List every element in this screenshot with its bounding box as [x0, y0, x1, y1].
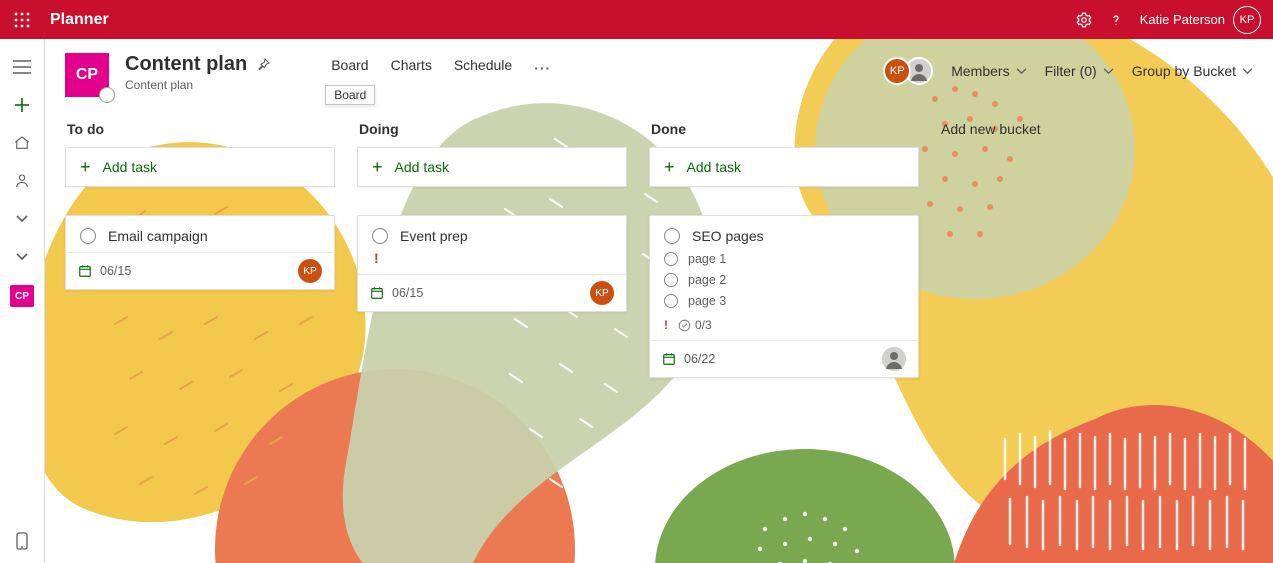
plus-icon: +: [664, 158, 675, 176]
task-date: 06/22: [684, 352, 715, 366]
task-card[interactable]: SEO pages page 1 page 2 page 3 ! 0/3: [649, 215, 919, 378]
tab-more-icon[interactable]: ···: [534, 60, 551, 76]
add-task-label: Add task: [395, 159, 449, 175]
task-assignee[interactable]: [882, 347, 906, 371]
task-title: SEO pages: [692, 228, 764, 244]
pin-icon[interactable]: [255, 57, 271, 73]
add-task-label: Add task: [103, 159, 157, 175]
checklist-label: page 3: [688, 294, 726, 308]
bucket-title[interactable]: To do: [67, 121, 333, 137]
chevron-down-icon: [1016, 68, 1027, 75]
calendar-icon: [370, 286, 384, 300]
checklist-toggle[interactable]: [664, 252, 678, 266]
avatar-kp: KP: [298, 259, 322, 283]
checklist-toggle[interactable]: [664, 273, 678, 287]
chevron-down-icon: [1103, 68, 1114, 75]
priority-icon: !: [374, 250, 612, 266]
tab-tooltip: Board: [325, 85, 375, 105]
group-label: Group by Bucket: [1132, 63, 1236, 79]
task-assignee[interactable]: KP: [298, 259, 322, 283]
calendar-icon: [78, 264, 92, 278]
member-avatars[interactable]: KP: [883, 57, 933, 85]
add-task-label: Add task: [687, 159, 741, 175]
avatar-kp: KP: [590, 281, 614, 305]
task-date: 06/15: [100, 264, 131, 278]
app-name: Planner: [50, 11, 109, 29]
task-card[interactable]: Email campaign 06/15 KP: [65, 215, 335, 290]
members-dropdown[interactable]: Members: [951, 63, 1026, 79]
my-tasks-icon[interactable]: [12, 171, 32, 191]
avatar-user2: [882, 347, 906, 371]
left-sidebar: CP: [0, 39, 45, 563]
checklist-progress: 0/3: [678, 318, 712, 332]
filter-label: Filter (0): [1045, 63, 1097, 79]
hub-icon[interactable]: [12, 133, 32, 153]
add-task-button[interactable]: + Add task: [65, 147, 335, 187]
bucket-todo: To do + Add task Email campaign 06/15: [65, 115, 335, 290]
add-task-button[interactable]: + Add task: [649, 147, 919, 187]
app-header: Planner Katie Paterson KP: [0, 0, 1273, 39]
chevron-down-icon: [1242, 68, 1253, 75]
calendar-icon: [662, 352, 676, 366]
plan-title: Content plan: [125, 53, 247, 76]
plus-icon: +: [80, 158, 91, 176]
plan-subtitle: Content plan: [125, 78, 271, 92]
user-avatar[interactable]: KP: [1233, 6, 1261, 34]
progress-text: 0/3: [695, 318, 712, 332]
settings-icon[interactable]: [1068, 4, 1100, 36]
bucket-doing: Doing + Add task Event prep !: [357, 115, 627, 312]
bucket-title[interactable]: Done: [651, 121, 917, 137]
tab-charts[interactable]: Charts: [391, 57, 432, 79]
complete-toggle[interactable]: [372, 228, 388, 244]
tab-board[interactable]: Board: [331, 57, 368, 79]
sidebar-section-toggle-2[interactable]: [12, 247, 32, 267]
plan-icon-initials: CP: [76, 66, 98, 84]
task-card[interactable]: Event prep ! 06/15 KP: [357, 215, 627, 312]
mobile-icon[interactable]: [12, 531, 32, 551]
app-launcher-icon[interactable]: [12, 10, 32, 30]
board-content: CP i Content plan Content plan Board Cha…: [45, 39, 1273, 563]
group-dropdown[interactable]: Group by Bucket: [1132, 63, 1253, 79]
checklist-label: page 1: [688, 252, 726, 266]
priority-icon: !: [664, 318, 668, 332]
bucket-done: Done + Add task SEO pages page 1 page 2: [649, 115, 919, 378]
checklist-item[interactable]: page 2: [664, 273, 904, 287]
task-assignee[interactable]: KP: [590, 281, 614, 305]
plan-icon[interactable]: CP i: [65, 53, 109, 97]
help-icon[interactable]: [1100, 4, 1132, 36]
tab-schedule[interactable]: Schedule: [454, 57, 512, 79]
new-plan-icon[interactable]: [12, 95, 32, 115]
add-bucket-button[interactable]: Add new bucket: [941, 121, 1141, 137]
checklist-item[interactable]: page 3: [664, 294, 904, 308]
members-label: Members: [951, 63, 1009, 79]
checklist-toggle[interactable]: [664, 294, 678, 308]
task-title: Event prep: [400, 228, 468, 244]
task-date: 06/15: [392, 286, 423, 300]
plus-icon: +: [372, 158, 383, 176]
complete-toggle[interactable]: [80, 228, 96, 244]
add-task-button[interactable]: + Add task: [357, 147, 627, 187]
checklist-icon: [678, 319, 691, 332]
complete-toggle[interactable]: [664, 228, 680, 244]
checklist-item[interactable]: page 1: [664, 252, 904, 266]
bucket-title[interactable]: Doing: [359, 121, 625, 137]
info-icon[interactable]: i: [99, 87, 115, 103]
task-title: Email campaign: [108, 228, 208, 244]
filter-dropdown[interactable]: Filter (0): [1045, 63, 1114, 79]
menu-icon[interactable]: [12, 57, 32, 77]
checklist-label: page 2: [688, 273, 726, 287]
sidebar-section-toggle-1[interactable]: [12, 209, 32, 229]
sidebar-plan-tile[interactable]: CP: [10, 285, 34, 307]
user-name[interactable]: Katie Paterson: [1140, 12, 1225, 27]
